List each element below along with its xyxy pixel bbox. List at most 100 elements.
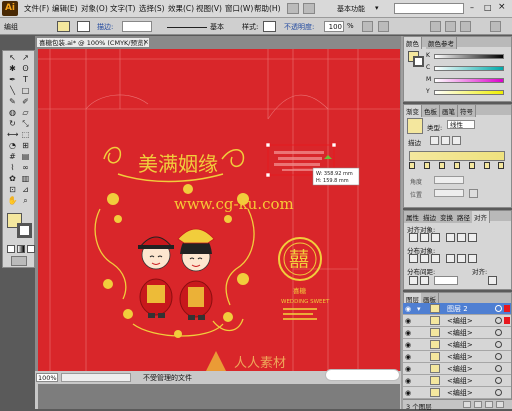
align-v-center-icon[interactable]: [457, 233, 466, 242]
layer-row[interactable]: ◉ <编组>: [403, 375, 511, 387]
delete-stop-icon[interactable]: [469, 189, 478, 198]
align-center-icon[interactable]: [445, 21, 456, 32]
target-circle-icon[interactable]: [495, 329, 502, 336]
selection-indicator[interactable]: [504, 305, 510, 312]
stroke-label[interactable]: 描边:: [97, 22, 113, 32]
gradient-mode-icon[interactable]: [17, 245, 25, 253]
opacity-field[interactable]: 100: [324, 21, 344, 32]
profile-label[interactable]: 基本: [210, 22, 224, 32]
close-tab-icon[interactable]: ×: [143, 38, 149, 46]
stroke-color-box[interactable]: [17, 223, 32, 238]
align-right-edge-icon[interactable]: [431, 233, 440, 242]
layer-name[interactable]: <编组>: [447, 388, 473, 398]
layer-row[interactable]: ◉ <编组>: [403, 351, 511, 363]
input-method-bar[interactable]: [325, 369, 400, 381]
layer-name[interactable]: <编组>: [447, 328, 473, 338]
spacing-field[interactable]: [434, 276, 458, 285]
rectangle-tool-icon[interactable]: □: [20, 86, 31, 95]
target-circle-icon[interactable]: [495, 365, 502, 372]
arrange-documents-icon[interactable]: [303, 3, 315, 14]
hand-tool-icon[interactable]: ✋: [7, 196, 18, 205]
tab-pathfinder[interactable]: 路径: [455, 211, 473, 223]
selection-tool-icon[interactable]: ↖: [7, 53, 18, 62]
target-circle-icon[interactable]: [495, 353, 502, 360]
target-circle-icon[interactable]: [495, 317, 502, 324]
menu-type[interactable]: 文字(T): [110, 3, 135, 14]
tab-gradient[interactable]: 渐变: [404, 105, 422, 117]
artboard-navigator[interactable]: [61, 373, 131, 382]
zoom-field[interactable]: 100%: [36, 373, 58, 382]
gradient-stop[interactable]: [484, 162, 490, 169]
symbol-sprayer-tool-icon[interactable]: ✿: [7, 174, 18, 183]
align-to-selection-icon[interactable]: [488, 276, 497, 285]
gradient-tool-icon[interactable]: ▤: [20, 152, 31, 161]
blob-brush-tool-icon[interactable]: ◍: [7, 108, 18, 117]
width-tool-icon[interactable]: ⟷: [7, 130, 18, 139]
new-layer-icon[interactable]: [485, 401, 493, 408]
align-h-center-icon[interactable]: [420, 233, 429, 242]
menu-edit[interactable]: 编辑(E): [52, 3, 78, 14]
fill-swatch[interactable]: [57, 21, 70, 32]
scale-tool-icon[interactable]: ⤡: [20, 119, 31, 128]
gradient-preview[interactable]: [407, 118, 423, 134]
gradient-stop[interactable]: [424, 162, 430, 169]
maximize-icon[interactable]: □: [484, 3, 492, 12]
distribute-right-icon[interactable]: [468, 254, 477, 263]
align-left-icon[interactable]: [430, 21, 441, 32]
free-transform-tool-icon[interactable]: ⬚: [20, 130, 31, 139]
gradient-type-select[interactable]: 线性: [447, 120, 475, 129]
m-slider[interactable]: [434, 78, 504, 83]
rotate-tool-icon[interactable]: ↻: [7, 119, 18, 128]
target-circle-icon[interactable]: [495, 377, 502, 384]
menu-view[interactable]: 视图(V): [196, 3, 222, 14]
eye-icon[interactable]: ◉: [405, 353, 413, 361]
tab-color[interactable]: 颜色: [404, 37, 422, 49]
shape-builder-tool-icon[interactable]: ◔: [7, 141, 18, 150]
minimize-icon[interactable]: –: [470, 3, 474, 12]
color-stroke-swatch[interactable]: [413, 56, 424, 67]
menu-help[interactable]: 帮助(H): [254, 3, 281, 14]
delete-layer-icon[interactable]: [496, 401, 504, 408]
type-tool-icon[interactable]: T: [20, 75, 31, 84]
stroke-gradient-option-1[interactable]: [430, 136, 439, 145]
selection-indicator[interactable]: [504, 317, 510, 324]
angle-field[interactable]: [434, 176, 464, 184]
graphic-style-swatch[interactable]: [263, 21, 276, 32]
eye-icon[interactable]: ◉: [405, 317, 413, 325]
align-right-icon[interactable]: [460, 21, 471, 32]
blend-tool-icon[interactable]: ∞: [20, 163, 31, 172]
menu-file[interactable]: 文件(F): [24, 3, 49, 14]
eye-icon[interactable]: ◉: [405, 305, 413, 313]
pen-tool-icon[interactable]: ✒: [7, 75, 18, 84]
eye-icon[interactable]: ◉: [405, 329, 413, 337]
tab-color-guide[interactable]: 颜色参考: [426, 37, 457, 49]
none-mode-icon[interactable]: [27, 245, 35, 253]
tab-swatches[interactable]: 色板: [422, 105, 440, 117]
distribute-left-icon[interactable]: [446, 254, 455, 263]
gradient-stop[interactable]: [469, 162, 475, 169]
spacing-horizontal-icon[interactable]: [420, 276, 429, 285]
c-slider[interactable]: [434, 66, 504, 71]
document-tab[interactable]: 喜糖包装.ai* @ 100% (CMYK/预览): [36, 37, 150, 48]
opacity-label[interactable]: 不透明度:: [284, 22, 314, 32]
layer-name[interactable]: 图层 2: [447, 304, 468, 314]
eraser-tool-icon[interactable]: ▱: [20, 108, 31, 117]
locate-object-icon[interactable]: [463, 401, 471, 408]
mesh-tool-icon[interactable]: #: [7, 152, 18, 161]
distribute-h-center-icon[interactable]: [457, 254, 466, 263]
tab-align[interactable]: 对齐: [472, 211, 490, 223]
layer-name[interactable]: <编组>: [447, 364, 473, 374]
eyedropper-tool-icon[interactable]: ⌇: [7, 163, 18, 172]
target-circle-icon[interactable]: [495, 389, 502, 396]
k-slider[interactable]: [434, 54, 504, 59]
gradient-stop[interactable]: [454, 162, 460, 169]
layer-row[interactable]: ◉ <编组>: [403, 339, 511, 351]
color-mode-icon[interactable]: [7, 245, 15, 253]
direct-selection-tool-icon[interactable]: ↗: [20, 53, 31, 62]
tab-attributes[interactable]: 属性: [404, 211, 422, 223]
perspective-grid-tool-icon[interactable]: ⊞: [20, 141, 31, 150]
isolate-icon[interactable]: [378, 21, 389, 32]
distribute-top-icon[interactable]: [409, 254, 418, 263]
status-text[interactable]: 不受管理的文件: [143, 373, 192, 383]
location-field[interactable]: [434, 189, 464, 197]
